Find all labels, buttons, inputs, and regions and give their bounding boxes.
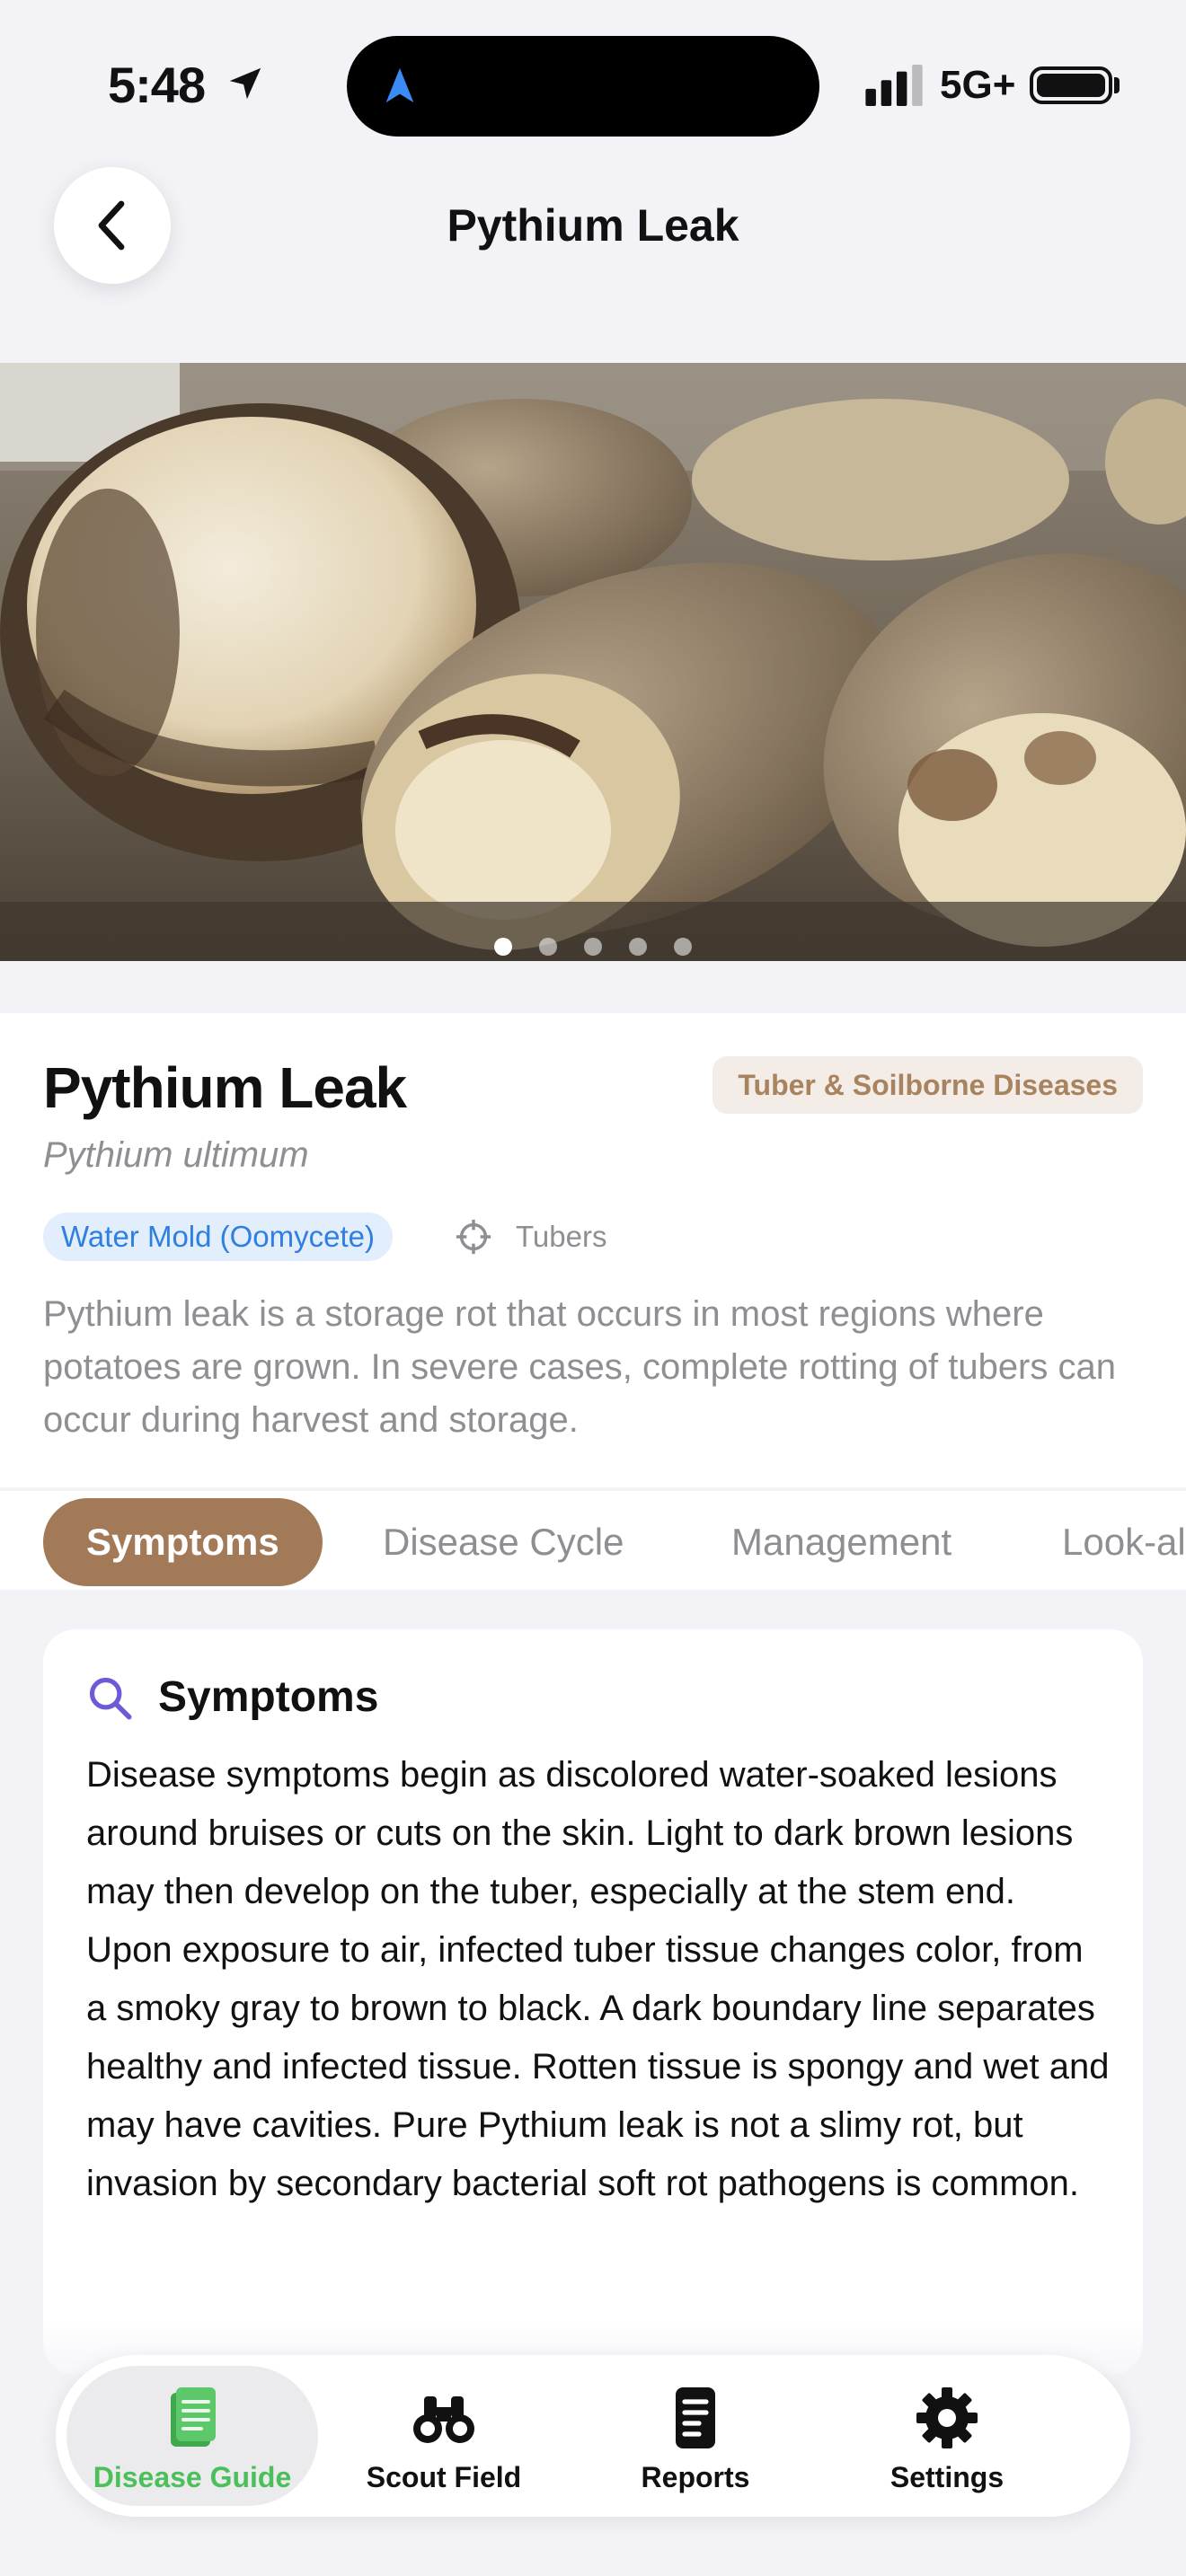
disease-image-carousel[interactable] — [0, 363, 1186, 961]
status-time: 5:48 — [108, 57, 206, 113]
tuber-photo — [0, 363, 1186, 961]
document-icon — [676, 2387, 715, 2448]
section-title: Symptoms — [158, 1673, 379, 1721]
disease-info-card: Pythium Leak Tuber & Soilborne Diseases … — [0, 1013, 1186, 1487]
signal-bars-icon — [865, 65, 923, 106]
tabbar-label: Settings — [890, 2461, 1005, 2493]
tab-disease-cycle[interactable]: Disease Cycle — [383, 1498, 624, 1586]
crosshair-icon — [456, 1219, 491, 1255]
battery-icon — [1030, 66, 1112, 104]
status-bar: 5:48 5G+ — [0, 0, 1186, 171]
category-badge: Tuber & Soilborne Diseases — [712, 1056, 1143, 1114]
location-arrow-icon — [229, 67, 261, 100]
gear-icon — [916, 2387, 978, 2448]
tabbar-label: Scout Field — [366, 2461, 522, 2493]
battery-cap — [1114, 77, 1120, 93]
search-icon — [89, 1677, 132, 1720]
navigation-icon — [385, 67, 414, 103]
host-part-label: Tubers — [516, 1220, 607, 1253]
tabbar-scout-field[interactable]: Scout Field — [318, 2355, 570, 2517]
bottom-tab-bar: Disease Guide Scout Field Reports Settin… — [56, 2355, 1130, 2517]
tab-symptoms[interactable]: Symptoms — [43, 1498, 323, 1586]
book-icon — [171, 2387, 216, 2447]
scientific-name: Pythium ultimum — [43, 1135, 309, 1175]
binoculars-icon — [413, 2396, 474, 2443]
page-title: Pythium Leak — [447, 200, 739, 251]
carousel-dot[interactable] — [674, 938, 692, 956]
dynamic-island — [347, 36, 819, 137]
section-body: Disease symptoms begin as discolored wat… — [86, 1755, 1110, 2203]
carousel-dot[interactable] — [629, 938, 647, 956]
carousel-dot[interactable] — [494, 938, 512, 956]
disease-name: Pythium Leak — [43, 1055, 407, 1120]
carousel-dot[interactable] — [539, 938, 557, 956]
tab-management[interactable]: Management — [731, 1498, 951, 1586]
disease-description: Pythium leak is a storage rot that occur… — [43, 1294, 1116, 1440]
tab-look-alikes[interactable]: Look-al — [1062, 1498, 1186, 1586]
tabbar-settings[interactable]: Settings — [821, 2355, 1073, 2517]
pathogen-type-badge: Water Mold (Oomycete) — [43, 1213, 394, 1261]
symptoms-card: Symptoms Disease symptoms begin as disco… — [43, 1629, 1143, 2375]
section-tabs: Symptoms Disease Cycle Management Look-a… — [0, 1491, 1186, 1590]
tabbar-disease-guide[interactable]: Disease Guide — [66, 2366, 318, 2506]
carousel-pagination[interactable] — [0, 938, 1186, 956]
tabbar-label: Disease Guide — [93, 2461, 292, 2493]
carousel-dot[interactable] — [584, 938, 602, 956]
network-type: 5G+ — [940, 63, 1016, 107]
tabbar-label: Reports — [641, 2461, 750, 2493]
tabbar-reports[interactable]: Reports — [570, 2355, 821, 2517]
